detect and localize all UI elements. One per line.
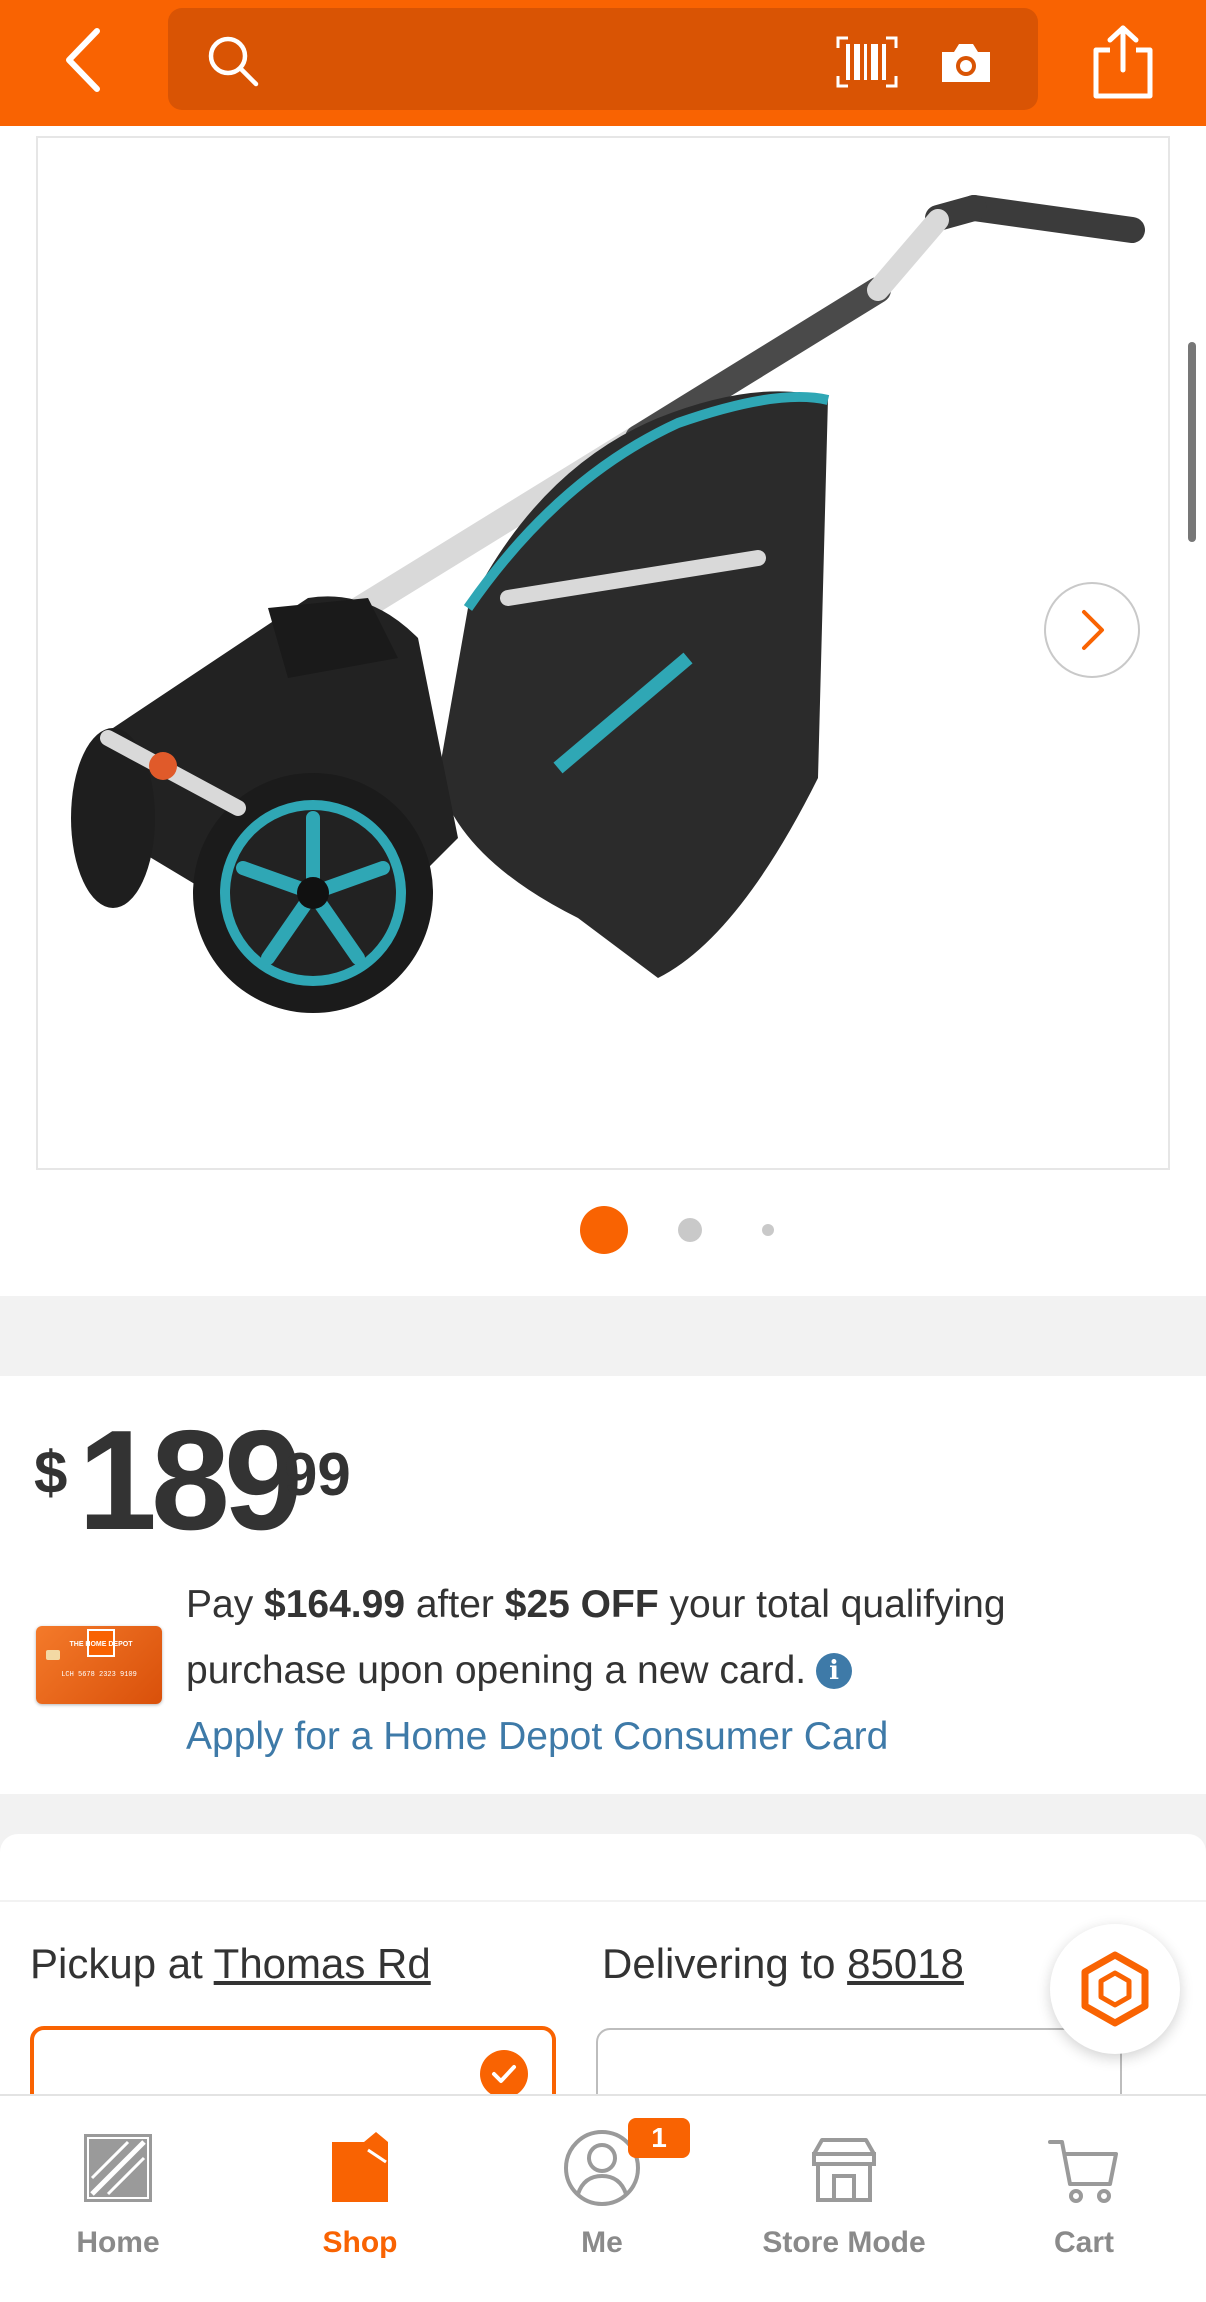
- camera-icon[interactable]: [938, 40, 994, 86]
- product-page: $ 189 99 THE HOME DEPOT LCH 5678 2323 91…: [0, 0, 1206, 2302]
- cart-icon: [1048, 2140, 1118, 2203]
- pagination-dot[interactable]: [762, 1224, 774, 1236]
- divider: [0, 1900, 1206, 1902]
- promo-amount: $164.99: [264, 1583, 406, 1626]
- lawn-sweeper-illustration: [71, 195, 1145, 1013]
- chat-assistant-button[interactable]: [1050, 1924, 1180, 2054]
- apply-card-link[interactable]: Apply for a Home Depot Consumer Card: [186, 1704, 1176, 1770]
- top-bar: [0, 0, 1206, 126]
- hexagon-assistant-icon: [1081, 1951, 1149, 2027]
- price-section: $ 189 99 THE HOME DEPOT LCH 5678 2323 91…: [0, 1376, 1206, 1794]
- nav-store-mode[interactable]: Store Mode: [744, 2118, 944, 2268]
- notification-badge: 1: [628, 2118, 690, 2158]
- promo-discount: $25 OFF: [504, 1583, 659, 1626]
- nav-me[interactable]: 1 Me: [502, 2118, 702, 2268]
- bottom-navigation: Home Shop 1 Me Store Mode Cart: [0, 2094, 1206, 2302]
- price-currency: $: [34, 1439, 68, 1506]
- search-input[interactable]: [168, 8, 1038, 110]
- barcode-scan-icon[interactable]: [836, 36, 898, 88]
- store-icon: [812, 2138, 876, 2202]
- delivery-zip-link[interactable]: 85018: [847, 1940, 964, 1987]
- fulfillment-section: Pickup at Thomas Rd Delivering to 85018: [0, 1834, 1206, 2148]
- nav-home[interactable]: Home: [18, 2118, 218, 2268]
- search-icon: [208, 36, 259, 87]
- scrollbar[interactable]: [1188, 342, 1196, 542]
- svg-text:LCH 5678 2323 9109: LCH 5678 2323 9109: [61, 1671, 137, 1679]
- product-media: [0, 126, 1206, 1296]
- svg-text:THE HOME DEPOT: THE HOME DEPOT: [69, 1641, 133, 1648]
- price-cents: 99: [284, 1441, 351, 1508]
- credit-card-illustration: THE HOME DEPOT LCH 5678 2323 9109: [46, 1629, 137, 1679]
- pagination-dot-active[interactable]: [580, 1206, 628, 1254]
- price-dollars: 189: [78, 1401, 303, 1560]
- chevron-left-icon: [66, 28, 100, 92]
- info-icon[interactable]: i: [816, 1653, 853, 1689]
- pickup-store-link[interactable]: Thomas Rd: [214, 1940, 431, 1987]
- image-pagination: [0, 1204, 1206, 1254]
- nav-shop[interactable]: Shop: [260, 2118, 460, 2268]
- pagination-dot[interactable]: [678, 1218, 702, 1242]
- shop-bag-icon: [332, 2132, 388, 2202]
- share-icon[interactable]: [1090, 24, 1156, 100]
- next-image-button[interactable]: [1044, 582, 1140, 678]
- product-image[interactable]: [36, 136, 1170, 1170]
- card-promo-text: Pay $164.99 after $25 OFF your total qua…: [186, 1572, 1176, 1770]
- back-button[interactable]: [46, 22, 122, 98]
- checkmark-icon: [480, 2050, 528, 2098]
- nav-cart[interactable]: Cart: [984, 2118, 1184, 2268]
- chevron-right-icon: [1082, 610, 1104, 650]
- consumer-card-image: THE HOME DEPOT LCH 5678 2323 9109: [36, 1626, 162, 1704]
- pickup-label: Pickup at Thomas Rd: [30, 1940, 431, 1987]
- home-depot-logo-icon: [84, 2134, 152, 2202]
- delivery-label: Delivering to 85018: [602, 1940, 964, 1987]
